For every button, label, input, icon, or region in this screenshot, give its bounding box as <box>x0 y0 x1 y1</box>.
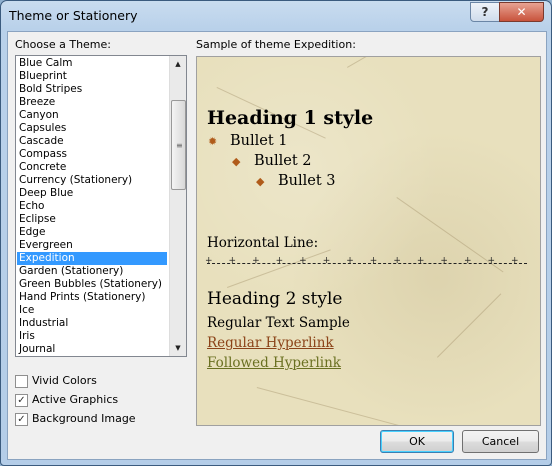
preview-hr-label: Horizontal Line: <box>207 235 319 251</box>
theme-listbox[interactable]: Blue Calm Blueprint Bold Stripes Breeze Cany… <box>15 55 187 357</box>
check-icon[interactable]: ✓ <box>15 394 28 407</box>
theme-list-item[interactable]: Edge <box>17 226 167 239</box>
theme-list-item[interactable]: Garden (Stationery) <box>17 265 167 278</box>
theme-dialog: Theme or Stationery ? ✕ Choose a Theme: … <box>0 0 552 466</box>
theme-list-item[interactable]: Eclipse <box>17 213 167 226</box>
preview-hr-ornaments: +++++++++++++++++++ <box>205 256 531 266</box>
scroll-up-icon[interactable]: ▲ <box>170 56 186 72</box>
theme-list-item[interactable]: Expedition <box>17 252 167 265</box>
choose-theme-label: Choose a Theme: <box>15 38 111 51</box>
theme-list-item[interactable]: Green Bubbles (Stationery) <box>17 278 167 291</box>
bullet-diamond-icon: ◆ <box>232 155 241 168</box>
theme-list-scrollbar[interactable]: ▲ ≡ ▼ <box>169 56 186 356</box>
preview-followed-hyperlink: Followed Hyperlink <box>207 355 341 371</box>
vivid-colors-label: Vivid Colors <box>32 374 97 387</box>
theme-list-item[interactable]: Currency (Stationery) <box>17 174 167 187</box>
preview-heading1: Heading 1 style <box>207 107 374 129</box>
theme-list-item[interactable]: Bold Stripes <box>17 83 167 96</box>
ok-button[interactable]: OK <box>380 430 454 453</box>
preview-regular-text: Regular Text Sample <box>207 315 350 331</box>
dialog-client: Choose a Theme: Blue Calm Blueprint Bold S… <box>7 31 547 460</box>
help-button[interactable]: ? <box>470 2 500 22</box>
texture-scratch <box>256 387 402 425</box>
theme-list-item[interactable]: Industrial <box>17 317 167 330</box>
titlebar: Theme or Stationery ? ✕ <box>1 1 551 31</box>
theme-list-item[interactable]: Cascade <box>17 135 167 148</box>
theme-list-item[interactable]: Echo <box>17 200 167 213</box>
theme-list-item[interactable]: Evergreen <box>17 239 167 252</box>
sample-label: Sample of theme Expedition: <box>196 38 356 51</box>
theme-list-item[interactable]: Ice <box>17 304 167 317</box>
preview-hyperlink: Regular Hyperlink <box>207 335 334 351</box>
theme-list-item[interactable]: Capsules <box>17 122 167 135</box>
preview-heading2: Heading 2 style <box>207 289 343 309</box>
window-title: Theme or Stationery <box>9 8 138 23</box>
texture-scratch <box>437 293 502 358</box>
background-image-label: Background Image <box>32 412 136 425</box>
theme-preview: Heading 1 style ✹ Bullet 1 ◆ Bullet 2 ◆ … <box>196 56 541 426</box>
check-icon[interactable]: ✓ <box>15 413 28 426</box>
vivid-colors-check-box[interactable] <box>15 375 28 388</box>
preview-bullet-2: Bullet 2 <box>254 153 312 169</box>
preview-bullet-3: Bullet 3 <box>278 173 336 189</box>
theme-list-item[interactable]: Canyon <box>17 109 167 122</box>
grip-icon: ≡ <box>176 141 183 150</box>
theme-list-items: Blue Calm Blueprint Bold Stripes Breeze Cany… <box>17 57 167 356</box>
bullet-diamond-icon: ◆ <box>256 175 265 188</box>
theme-list-item[interactable]: Compass <box>17 148 167 161</box>
scrollbar-thumb[interactable]: ≡ <box>171 100 186 190</box>
theme-list-item[interactable]: Concrete <box>17 161 167 174</box>
theme-list-item[interactable]: Blueprint <box>17 70 167 83</box>
theme-list-item[interactable]: Blue Calm <box>17 57 167 70</box>
theme-list-item[interactable]: Deep Blue <box>17 187 167 200</box>
active-graphics-label: Active Graphics <box>32 393 119 406</box>
close-button[interactable]: ✕ <box>499 2 544 22</box>
preview-bullet-1: Bullet 1 <box>230 133 288 149</box>
bullet-sun-icon: ✹ <box>208 135 218 148</box>
texture-scratch <box>347 57 426 68</box>
cancel-button[interactable]: Cancel <box>462 430 539 453</box>
theme-list-item[interactable]: Hand Prints (Stationery) <box>17 291 167 304</box>
theme-list-item[interactable]: Breeze <box>17 96 167 109</box>
scroll-down-icon[interactable]: ▼ <box>170 340 186 356</box>
theme-list-item[interactable]: Iris <box>17 330 167 343</box>
theme-list-item[interactable]: Journal <box>17 343 167 356</box>
